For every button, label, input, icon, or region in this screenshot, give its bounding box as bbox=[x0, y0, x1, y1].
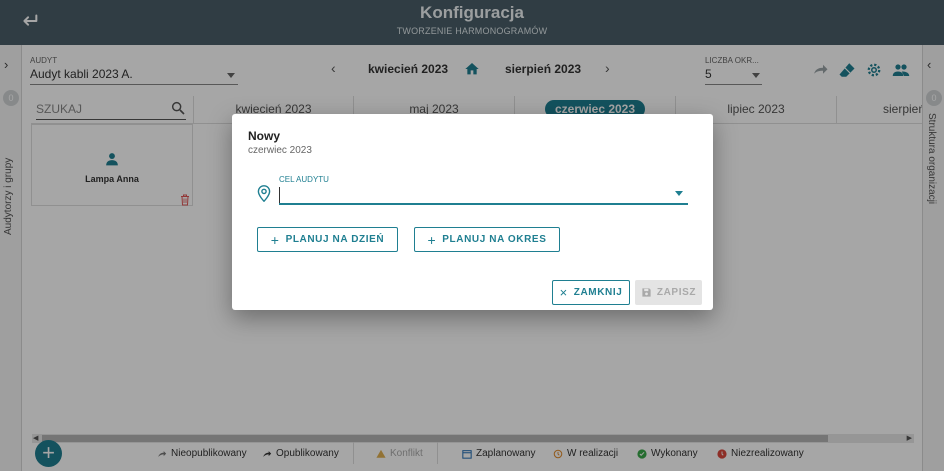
audit-goal-select[interactable] bbox=[279, 187, 688, 204]
save-label: ZAPISZ bbox=[656, 287, 697, 298]
plus-icon: + bbox=[270, 231, 280, 248]
plus-icon: + bbox=[427, 231, 437, 248]
save-icon bbox=[642, 288, 651, 297]
audit-goal-dropdown-icon[interactable] bbox=[675, 191, 683, 196]
audit-goal-underline bbox=[279, 203, 688, 205]
dialog-subtitle: czerwiec 2023 bbox=[248, 145, 312, 156]
plan-day-button[interactable]: + PLANUJ NA DZIEŃ bbox=[257, 227, 398, 252]
save-button[interactable]: ZAPISZ bbox=[635, 280, 702, 305]
dialog-title: Nowy bbox=[248, 129, 281, 143]
plan-period-button[interactable]: + PLANUJ NA OKRES bbox=[414, 227, 560, 252]
close-icon: × bbox=[559, 285, 568, 300]
audit-goal-label: CEL AUDYTU bbox=[279, 175, 329, 184]
location-pin-icon bbox=[257, 185, 271, 202]
plan-period-label: PLANUJ NA OKRES bbox=[442, 234, 547, 245]
plan-day-label: PLANUJ NA DZIEŃ bbox=[285, 234, 385, 245]
close-button[interactable]: × ZAMKNIJ bbox=[552, 280, 630, 305]
new-audit-dialog: Nowy czerwiec 2023 CEL AUDYTU + PLANUJ N… bbox=[232, 114, 713, 310]
close-label: ZAMKNIJ bbox=[573, 287, 623, 298]
